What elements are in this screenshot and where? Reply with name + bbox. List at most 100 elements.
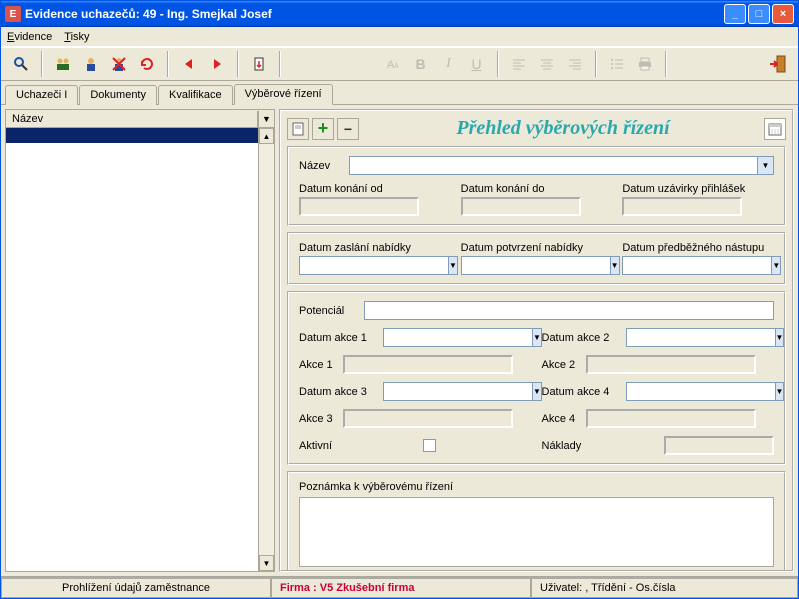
scroll-track[interactable] (259, 144, 274, 555)
input-datum-akce-1[interactable] (383, 328, 533, 347)
align-left-icon (512, 57, 526, 71)
drop-datum-zaslani[interactable]: ▼ (449, 256, 458, 275)
combo-datum-predbezneho[interactable]: ▼ (622, 256, 752, 275)
close-button[interactable]: × (772, 4, 794, 24)
input-datum-konani-od[interactable] (299, 197, 419, 216)
nazev-combo[interactable]: ▼ (349, 156, 774, 175)
remove-button[interactable]: − (337, 118, 359, 140)
input-datum-predbezneho[interactable] (622, 256, 772, 275)
combo-datum-akce-4[interactable]: ▼ (626, 382, 756, 401)
align-right-button (562, 51, 588, 77)
input-akce-2[interactable] (586, 355, 756, 374)
label-datum-konani-od: Datum konání od (299, 183, 451, 195)
menubar: Evidence Tisky (1, 27, 798, 47)
input-datum-konani-do[interactable] (461, 197, 581, 216)
drop-datum-akce-4[interactable]: ▼ (776, 382, 785, 401)
add-button[interactable]: + (312, 118, 334, 140)
calendar-icon (768, 122, 782, 136)
tab-dokumenty[interactable]: Dokumenty (79, 85, 157, 105)
bold-button: B (408, 51, 434, 77)
refresh-button[interactable] (134, 51, 160, 77)
textarea-poznamka[interactable] (299, 497, 774, 567)
user-pair-icon (55, 56, 71, 72)
underline-button: U (464, 51, 490, 77)
small-doc-icon (291, 122, 305, 136)
fieldset-poznamka: Poznámka k výběrovému řízení (287, 471, 786, 572)
scroll-down-button[interactable]: ▼ (259, 555, 274, 571)
status-right: Uživatel: , Třídění - Os.čísla (531, 577, 798, 598)
label-naklady: Náklady (542, 440, 592, 452)
document-button[interactable] (246, 51, 272, 77)
next-button[interactable] (204, 51, 230, 77)
statusbar: Prohlížení údajů zaměstnance Firma : V5 … (1, 576, 798, 598)
combo-datum-akce-1[interactable]: ▼ (383, 328, 513, 347)
bullets-icon (610, 57, 624, 71)
input-potencial[interactable] (364, 301, 774, 320)
input-akce-3[interactable] (343, 409, 513, 428)
combo-datum-akce-3[interactable]: ▼ (383, 382, 513, 401)
list-scrollbar[interactable]: ▲ ▼ (258, 128, 274, 571)
nazev-dropdown-icon[interactable]: ▼ (758, 156, 774, 175)
checkbox-aktivni[interactable] (423, 439, 436, 452)
input-datum-akce-4[interactable] (626, 382, 776, 401)
combo-datum-potvrzeni[interactable]: ▼ (461, 256, 591, 275)
menu-evidence[interactable]: Evidence (7, 31, 52, 43)
input-naklady[interactable] (664, 436, 774, 455)
label-datum-zaslani: Datum zaslání nabídky (299, 242, 451, 254)
nazev-input[interactable] (349, 156, 758, 175)
align-center-icon (540, 57, 554, 71)
user-button[interactable] (78, 51, 104, 77)
minimize-button[interactable]: _ (724, 4, 746, 24)
list-column-nazev[interactable]: Název (6, 111, 258, 127)
scroll-up-button[interactable]: ▲ (259, 128, 274, 144)
list-header-dropdown[interactable]: ▼ (258, 111, 274, 127)
tab-kvalifikace[interactable]: Kvalifikace (158, 85, 233, 105)
panel-doc-button[interactable] (287, 118, 309, 140)
label-datum-predbezneho: Datum předběžného nástupu (622, 242, 774, 254)
maximize-button[interactable]: □ (748, 4, 770, 24)
user-add-button[interactable] (50, 51, 76, 77)
tab-vyberove-rizeni[interactable]: Výběrové řízení (234, 84, 333, 105)
input-datum-akce-3[interactable] (383, 382, 533, 401)
drop-datum-akce-2[interactable]: ▼ (776, 328, 785, 347)
combo-datum-akce-2[interactable]: ▼ (626, 328, 756, 347)
label-datum-akce-2: Datum akce 2 (542, 332, 626, 344)
user-delete-button[interactable] (106, 51, 132, 77)
magnifier-icon (13, 56, 29, 72)
list-header: Název ▼ (6, 110, 274, 128)
calendar-button[interactable] (764, 118, 786, 140)
status-firma: Firma : V5 Zkušební firma (271, 577, 531, 598)
search-button[interactable] (8, 51, 34, 77)
panel-title: Přehled výběrových řízení (362, 117, 764, 140)
input-akce-1[interactable] (343, 355, 513, 374)
label-datum-konani-do: Datum konání do (461, 183, 613, 195)
exit-door-icon (769, 55, 787, 73)
panel-toolbar: + − Přehled výběrových řízení (287, 117, 786, 140)
input-datum-zaslani[interactable] (299, 256, 449, 275)
font-button: AA (380, 51, 406, 77)
fieldset-2: Datum zaslání nabídky ▼ Datum potvrzení … (287, 232, 786, 285)
combo-datum-zaslani[interactable]: ▼ (299, 256, 429, 275)
input-akce-4[interactable] (586, 409, 756, 428)
list-row-selected[interactable] (6, 128, 258, 144)
list-panel: Název ▼ ▲ ▼ (5, 109, 275, 572)
menu-tisky[interactable]: Tisky (64, 31, 89, 43)
prev-button[interactable] (176, 51, 202, 77)
print-button (632, 51, 658, 77)
arrow-right-icon (209, 56, 225, 72)
exit-button[interactable] (765, 51, 791, 77)
user-delete-icon (111, 56, 127, 72)
label-datum-akce-4: Datum akce 4 (542, 386, 626, 398)
svg-text:A: A (394, 63, 399, 70)
input-datum-akce-2[interactable] (626, 328, 776, 347)
font-icon: AA (385, 56, 401, 72)
tab-uchazeci[interactable]: Uchazeči I (5, 85, 78, 105)
align-left-button (506, 51, 532, 77)
input-datum-uzavirky[interactable] (622, 197, 742, 216)
input-datum-potvrzeni[interactable] (461, 256, 611, 275)
drop-datum-potvrzeni[interactable]: ▼ (611, 256, 620, 275)
titlebar: E Evidence uchazečů: 49 - Ing. Smejkal J… (1, 1, 798, 27)
drop-datum-predbezneho[interactable]: ▼ (772, 256, 781, 275)
app-icon: E (5, 6, 21, 22)
label-datum-akce-3: Datum akce 3 (299, 386, 383, 398)
